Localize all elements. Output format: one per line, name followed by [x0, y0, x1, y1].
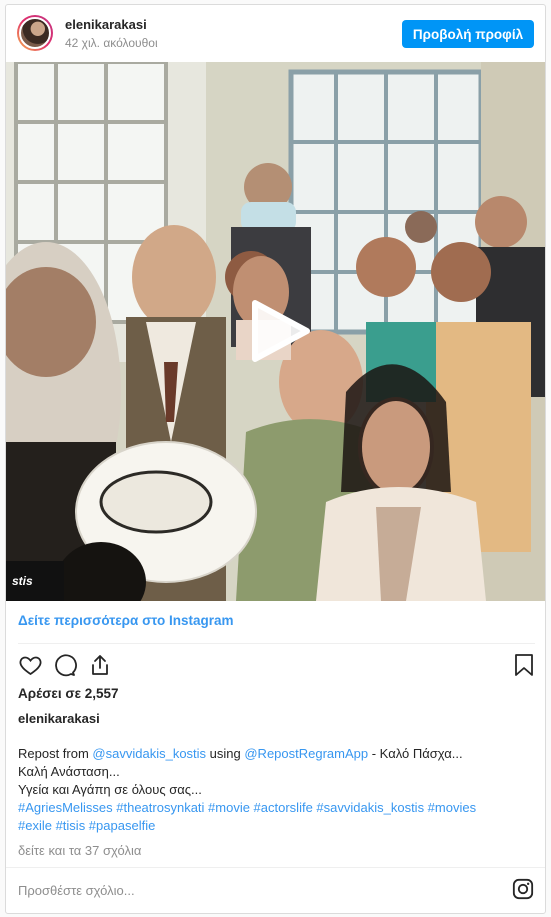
- mention-link[interactable]: @RepostRegramApp: [244, 746, 368, 761]
- username[interactable]: elenikarakasi: [65, 17, 147, 32]
- video-watermark: stis: [6, 561, 64, 601]
- divider: [6, 867, 545, 868]
- post-header: elenikarakasi 42 χιλ. ακόλουθοι Προβολή …: [6, 5, 545, 61]
- hashtags-line-2[interactable]: #exile #tisis #papaselfie: [18, 817, 538, 835]
- instagram-embed-card: elenikarakasi 42 χιλ. ακόλουθοι Προβολή …: [5, 4, 546, 914]
- comment-icon[interactable]: [49, 650, 79, 680]
- avatar[interactable]: [17, 15, 53, 51]
- play-icon[interactable]: [247, 299, 311, 363]
- caption-line-3: Υγεία και Αγάπη σε όλους σας...: [18, 782, 202, 797]
- video-preview[interactable]: stis: [6, 62, 545, 601]
- bookmark-icon[interactable]: [509, 650, 539, 680]
- action-bar: [6, 650, 545, 686]
- avatar-image: [19, 17, 51, 49]
- instagram-icon[interactable]: [512, 878, 534, 900]
- view-profile-button[interactable]: Προβολή προφίλ: [402, 20, 534, 48]
- caption-line-2: Καλή Ανάσταση...: [18, 764, 120, 779]
- divider: [18, 643, 535, 644]
- caption-text: Repost from @savvidakis_kostis using @Re…: [18, 745, 538, 835]
- followers-count: 42 χιλ. ακόλουθοι: [65, 36, 158, 50]
- likes-count[interactable]: Αρέσει σε 2,557: [18, 686, 119, 701]
- view-more-on-instagram-link[interactable]: Δείτε περισσότερα στο Instagram: [18, 613, 233, 628]
- comment-input[interactable]: [18, 879, 498, 901]
- heart-icon[interactable]: [15, 650, 45, 680]
- mention-link[interactable]: @savvidakis_kostis: [92, 746, 206, 761]
- view-all-comments-link[interactable]: δείτε και τα 37 σχόλια: [18, 843, 141, 858]
- share-icon[interactable]: [85, 650, 115, 680]
- caption-line-1: Repost from @savvidakis_kostis using @Re…: [18, 746, 463, 761]
- hashtags-line-1[interactable]: #AgriesMelisses #theatrosynkati #movie #…: [18, 799, 538, 817]
- caption-username[interactable]: elenikarakasi: [18, 711, 100, 726]
